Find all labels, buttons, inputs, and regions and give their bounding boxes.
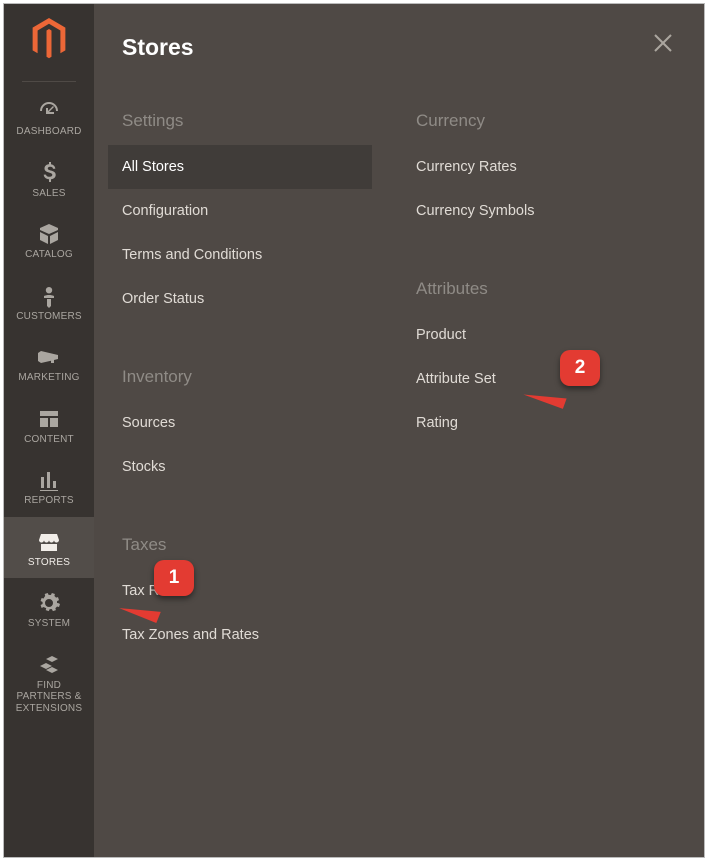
- menu-list: Currency RatesCurrency Symbols: [416, 145, 666, 233]
- menu-item[interactable]: Product: [402, 313, 666, 357]
- group-heading: Inventory: [122, 367, 372, 387]
- annotation-number: 1: [169, 567, 180, 589]
- menu-item[interactable]: Currency Symbols: [402, 189, 666, 233]
- nav-item-marketing[interactable]: MARKETING: [4, 332, 94, 394]
- layout-icon: [37, 406, 61, 432]
- nav-item-sales[interactable]: SALES: [4, 148, 94, 210]
- nav-label: SALES: [28, 188, 69, 200]
- dollar-icon: [37, 160, 61, 186]
- admin-app: DASHBOARD SALES CATALOG CUSTOMERS MARKETING C…: [3, 3, 705, 858]
- box-icon: [37, 221, 61, 247]
- nav-label: CUSTOMERS: [12, 311, 86, 323]
- menu-item[interactable]: Currency Rates: [402, 145, 666, 189]
- nav-label: MARKETING: [14, 372, 83, 384]
- nav-item-reports[interactable]: REPORTS: [4, 455, 94, 517]
- blocks-icon: [37, 652, 61, 678]
- gear-icon: [37, 590, 61, 616]
- menu-list: SourcesStocks: [122, 401, 372, 489]
- menu-item[interactable]: Stocks: [108, 445, 372, 489]
- annotation-badge-1: 1: [154, 560, 194, 596]
- megaphone-icon: [37, 344, 61, 370]
- annotation-number: 2: [575, 357, 586, 379]
- nav-label: SYSTEM: [24, 618, 74, 630]
- nav-item-stores[interactable]: STORES: [4, 517, 94, 579]
- barchart-icon: [37, 467, 61, 493]
- menu-list: ProductAttribute SetRating: [416, 313, 666, 445]
- person-icon: [37, 283, 61, 309]
- main-nav: DASHBOARD SALES CATALOG CUSTOMERS MARKETING C…: [4, 4, 94, 857]
- nav-label: DASHBOARD: [12, 126, 85, 138]
- dashboard-icon: [37, 98, 61, 124]
- nav-item-system[interactable]: SYSTEM: [4, 578, 94, 640]
- nav-item-catalog[interactable]: CATALOG: [4, 209, 94, 271]
- nav-item-partners[interactable]: FIND PARTNERS & EXTENSIONS: [4, 640, 94, 725]
- menu-item[interactable]: All Stores: [108, 145, 372, 189]
- storefront-icon: [37, 529, 61, 555]
- nav-label: STORES: [24, 557, 74, 569]
- close-icon[interactable]: [652, 32, 674, 54]
- nav-separator: [22, 81, 76, 82]
- menu-item[interactable]: Order Status: [108, 277, 372, 321]
- menu-list: All StoresConfigurationTerms and Conditi…: [122, 145, 372, 321]
- nav-label: CATALOG: [21, 249, 77, 261]
- panel-title: Stores: [122, 34, 666, 61]
- annotation-badge-2: 2: [560, 350, 600, 386]
- group-heading: Settings: [122, 111, 372, 131]
- nav-label: CONTENT: [20, 434, 78, 446]
- group-heading: Attributes: [416, 279, 666, 299]
- nav-label: REPORTS: [20, 495, 78, 507]
- group-heading: Taxes: [122, 535, 372, 555]
- menu-item[interactable]: Sources: [108, 401, 372, 445]
- menu-item[interactable]: Configuration: [108, 189, 372, 233]
- magento-logo[interactable]: [31, 18, 67, 65]
- panel-column: Currency Currency RatesCurrency Symbols At…: [416, 111, 666, 657]
- nav-item-dashboard[interactable]: DASHBOARD: [4, 86, 94, 148]
- stores-panel: Stores Settings All StoresConfigurationTe…: [94, 4, 704, 857]
- menu-item[interactable]: Terms and Conditions: [108, 233, 372, 277]
- nav-item-content[interactable]: CONTENT: [4, 394, 94, 456]
- nav-item-customers[interactable]: CUSTOMERS: [4, 271, 94, 333]
- group-heading: Currency: [416, 111, 666, 131]
- nav-label: FIND PARTNERS & EXTENSIONS: [4, 680, 94, 715]
- menu-item[interactable]: Rating: [402, 401, 666, 445]
